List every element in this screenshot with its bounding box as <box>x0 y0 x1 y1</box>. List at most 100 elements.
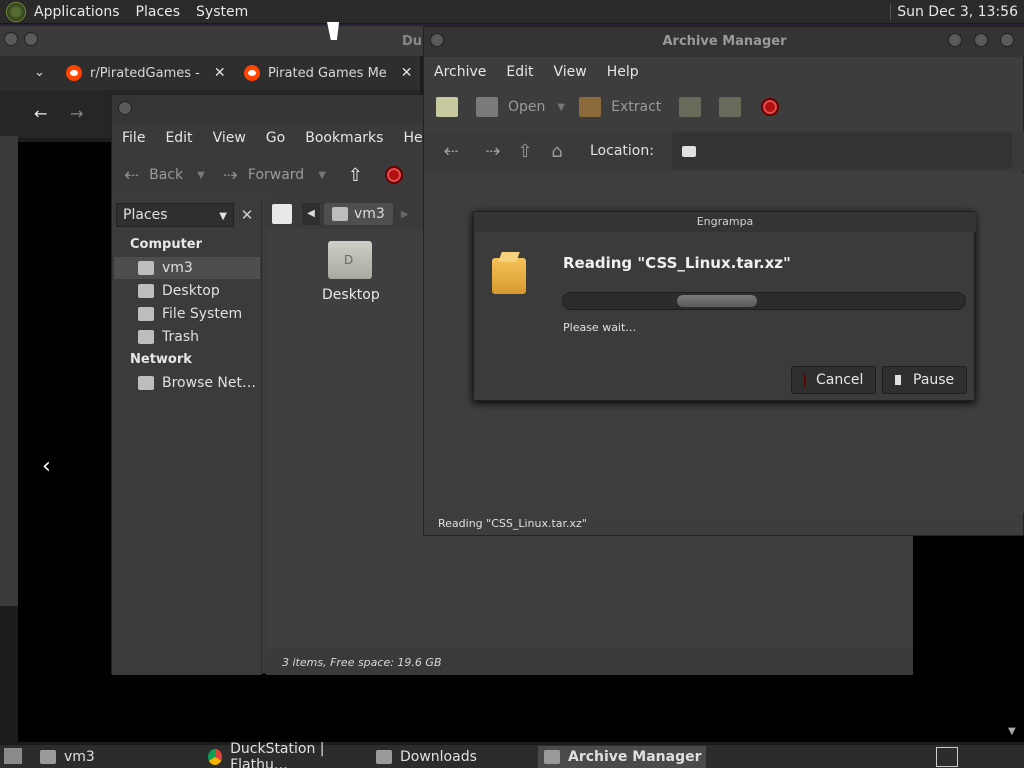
progress-dialog: Engrampa Reading "CSS_Linux.tar.xz" Plea… <box>473 211 976 401</box>
up-arrow-icon[interactable]: ⇧ <box>510 141 540 162</box>
minimize-icon[interactable] <box>948 33 962 47</box>
archive-status: Reading "CSS_Linux.tar.xz" <box>438 517 587 530</box>
archive-titlebar: Archive Manager <box>424 27 1024 57</box>
forward-history-caret-icon[interactable]: ▼ <box>318 170 326 181</box>
mate-logo-icon[interactable] <box>6 1 26 22</box>
menu-system[interactable]: System <box>188 4 256 20</box>
tab-list-chevron-icon[interactable]: ⌄ <box>34 65 45 80</box>
sidebar-heading-computer: Computer <box>130 237 203 252</box>
sidebar-item-trash[interactable]: Trash <box>114 326 260 348</box>
sidebar-item-desktop[interactable]: Desktop <box>114 280 260 302</box>
archive-icon <box>544 750 560 764</box>
sidebar-close-icon[interactable]: ✕ <box>236 203 258 227</box>
menu-bookmarks[interactable]: Bookmarks <box>295 130 393 146</box>
up-arrow-icon[interactable]: ⇧ <box>348 165 363 186</box>
tab-close-icon[interactable]: ✕ <box>401 65 413 81</box>
menu-help[interactable]: Help <box>597 64 649 80</box>
window-menu-icon[interactable] <box>430 33 444 47</box>
new-archive-icon[interactable] <box>436 97 458 117</box>
archive-toolbar: Open ▼ Extract <box>424 87 1024 127</box>
pause-icon <box>895 375 901 385</box>
reddit-icon <box>66 65 82 81</box>
close-icon[interactable] <box>1000 33 1014 47</box>
sidebar-item-vm3[interactable]: vm3 <box>114 257 260 279</box>
window-button-icon[interactable] <box>4 32 18 46</box>
desktop-folder-icon[interactable] <box>328 241 372 279</box>
open-button[interactable]: Open <box>508 99 545 115</box>
path-button-vm3[interactable]: vm3 <box>324 203 393 225</box>
menu-go[interactable]: Go <box>256 130 295 146</box>
cancel-button[interactable]: Cancel <box>791 366 876 394</box>
sidebar-selector[interactable]: Places ▼ <box>116 203 234 227</box>
desktop-folder-icon <box>138 284 154 298</box>
clock[interactable]: Sun Dec 3, 13:56 <box>890 4 1018 20</box>
location-field[interactable] <box>671 133 1012 169</box>
home-folder-icon <box>332 207 348 221</box>
package-icon <box>492 258 526 294</box>
browser-back-icon[interactable]: ← <box>34 104 47 123</box>
home-icon[interactable]: ⌂ <box>542 141 572 162</box>
home-folder-icon <box>138 261 154 275</box>
forward-button[interactable]: ⇢ Forward ▼ <box>223 165 326 186</box>
location-label: Location: <box>590 143 654 159</box>
extract-icon[interactable] <box>579 97 602 117</box>
menu-view[interactable]: View <box>544 64 597 80</box>
sidebar-item-browse-network[interactable]: Browse Net… <box>114 372 260 394</box>
forward-arrow-icon: ⇢ <box>222 164 238 186</box>
menu-places[interactable]: Places <box>128 4 189 20</box>
edit-location-icon[interactable] <box>272 204 292 224</box>
menu-applications[interactable]: Applications <box>26 4 128 20</box>
archive-menubar: Archive Edit View Help <box>424 59 1024 85</box>
tab-label: Pirated Games Me <box>268 65 387 81</box>
path-scroll-left-icon[interactable]: ◀ <box>302 203 320 225</box>
add-files-icon[interactable] <box>679 97 702 117</box>
folder-icon <box>376 750 392 764</box>
window-menu-icon[interactable] <box>118 101 132 115</box>
extract-button[interactable]: Extract <box>611 99 661 115</box>
menu-archive[interactable]: Archive <box>424 64 496 80</box>
menu-edit[interactable]: Edit <box>155 130 202 146</box>
folder-icon <box>681 145 696 157</box>
show-desktop-icon[interactable] <box>4 748 22 764</box>
network-icon <box>138 376 154 390</box>
file-item-label[interactable]: Desktop <box>322 287 380 303</box>
trash-icon <box>138 330 154 344</box>
menu-file[interactable]: File <box>112 130 155 146</box>
tab-pirated-games-megathread[interactable]: Pirated Games Me ✕ <box>244 56 413 90</box>
stop-icon[interactable] <box>761 98 780 116</box>
window-button-icon[interactable] <box>24 32 38 46</box>
progress-pulse <box>677 295 757 307</box>
browser-tab-strip: ⌄ r/PiratedGames - ✕ Pirated Games Me ✕ <box>0 56 420 90</box>
progress-bar <box>562 292 966 310</box>
back-arrow-icon[interactable]: ⇠ <box>436 141 466 162</box>
back-history-caret-icon[interactable]: ▼ <box>197 170 205 181</box>
stop-icon <box>804 373 806 387</box>
menu-edit[interactable]: Edit <box>496 64 543 80</box>
taskbar-item-duckstation[interactable]: DuckStation | Flathu… <box>202 741 368 768</box>
content-prev-chevron-icon[interactable]: ‹ <box>42 454 51 479</box>
forward-arrow-icon[interactable]: ⇢ <box>478 141 508 162</box>
dialog-message: Please wait… <box>563 321 637 334</box>
taskbar-item-downloads[interactable]: Downloads <box>370 746 536 768</box>
menu-view[interactable]: View <box>203 130 256 146</box>
maximize-icon[interactable] <box>974 33 988 47</box>
open-icon[interactable] <box>476 97 498 117</box>
back-button[interactable]: ⇠ Back ▼ <box>124 165 205 186</box>
open-caret-icon[interactable]: ▼ <box>557 102 565 113</box>
sidebar-item-file-system[interactable]: File System <box>114 303 260 325</box>
browser-forward-icon[interactable]: → <box>70 104 83 123</box>
pause-button[interactable]: Pause <box>882 366 967 394</box>
taskbar-item-vm3[interactable]: vm3 <box>34 746 194 768</box>
add-folder-icon[interactable] <box>719 97 742 117</box>
location-bar: ⇠ ⇢ ⇧ ⌂ Location: <box>424 131 1024 171</box>
taskbar-item-archive-manager[interactable]: Archive Manager <box>538 746 706 768</box>
chrome-icon <box>208 749 223 765</box>
stop-icon[interactable] <box>385 166 403 184</box>
scroll-down-arrow-icon[interactable]: ▼ <box>1008 726 1016 737</box>
workspace-switcher-icon[interactable] <box>936 747 958 767</box>
tab-close-icon[interactable]: ✕ <box>214 65 226 81</box>
back-arrow-icon: ⇠ <box>124 164 140 186</box>
tab-piratedgames[interactable]: r/PiratedGames - ✕ <box>66 56 226 90</box>
path-scroll-right-icon[interactable]: ▶ <box>401 209 409 220</box>
top-panel: Applications Places System Sun Dec 3, 13… <box>0 0 1024 24</box>
